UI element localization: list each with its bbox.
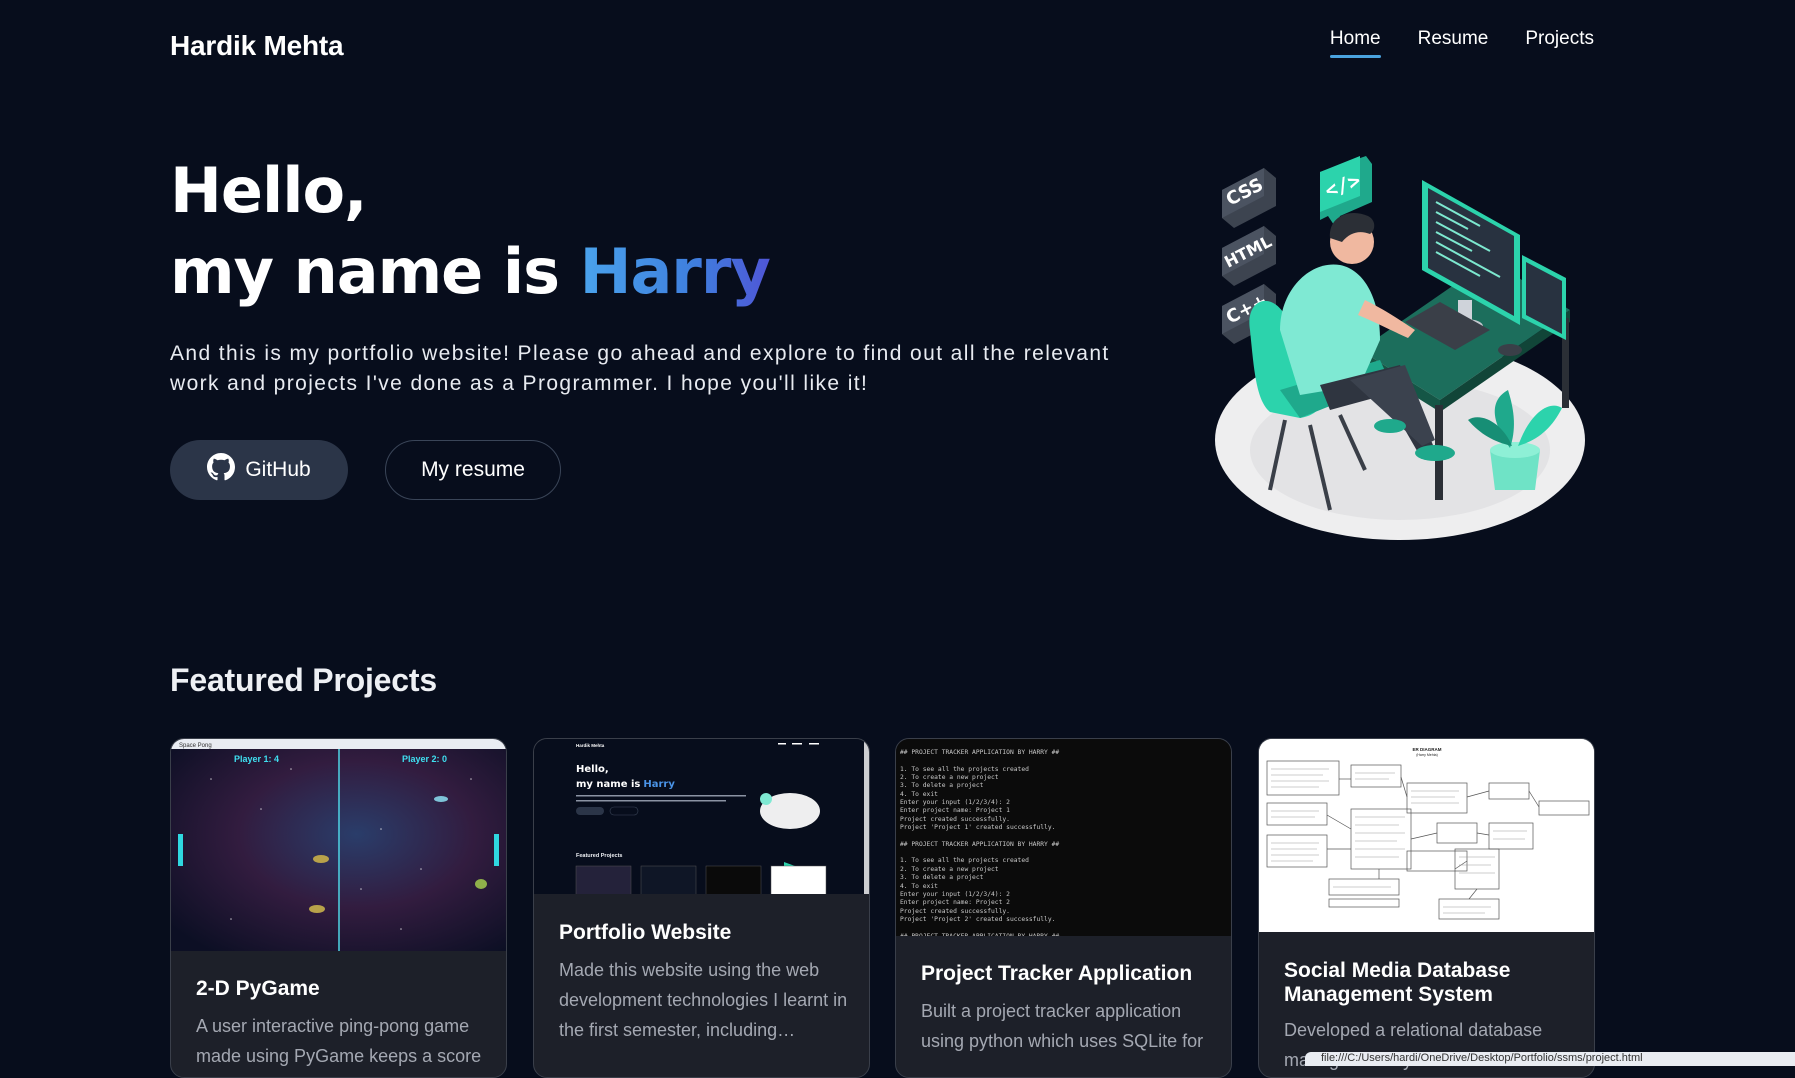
project-card-portfolio[interactable]: Hardik Mehta Hello, my name is Harry Feat…: [533, 738, 870, 1078]
terminal-line: Enter your input (1/2/3/4): 2: [900, 799, 1010, 807]
terminal-line: Enter your input (1/2/3/4): 2: [900, 890, 1010, 898]
er-diagram-title: ER DIAGRAM: [1413, 747, 1442, 752]
hero-name-line: my name is Harry: [170, 231, 771, 312]
project-title-social-db: Social Media Database Management System: [1284, 959, 1511, 1006]
project-thumbnail-portfolio: Hardik Mehta Hello, my name is Harry Feat…: [534, 739, 869, 894]
nav-link-resume[interactable]: Resume: [1418, 28, 1489, 58]
terminal-line: Project 'Project 2' created successfully…: [900, 915, 1056, 923]
project-thumbnail-tracker: ## PROJECT TRACKER APPLICATION BY HARRY …: [896, 739, 1231, 936]
terminal-output: ## PROJECT TRACKER APPLICATION BY HARRY …: [900, 749, 1059, 936]
project-desc-social-db: Developed a relational database manageme…: [1284, 1020, 1543, 1070]
hero-description: And this is my portfolio website! Please…: [170, 342, 1110, 395]
hero-greeting: Hello,: [170, 154, 368, 227]
terminal-line: 2. To create a new project: [900, 865, 999, 873]
github-button[interactable]: GitHub: [170, 440, 348, 500]
terminal-line: ## PROJECT TRACKER APPLICATION BY HARRY …: [900, 749, 1060, 756]
terminal-line: 2. To create a new project: [900, 774, 999, 782]
project-title-portfolio: Portfolio Website: [559, 921, 732, 944]
programmer-illustration: CSS HTML C++ </>: [1215, 156, 1585, 540]
thumb-featured-projects: Featured Projects: [576, 853, 622, 859]
project-title-tracker: Project Tracker Application: [921, 962, 1193, 985]
project-card-social-db[interactable]: ER DIAGRAM (Harry Mehta) Social Media Da…: [1258, 738, 1595, 1078]
terminal-line: ## PROJECT TRACKER APPLICATION BY HARRY …: [900, 840, 1060, 848]
project-card-tracker[interactable]: ## PROJECT TRACKER APPLICATION BY HARRY …: [895, 738, 1232, 1078]
hero-name-prefix: my name is: [170, 235, 580, 308]
project-thumbnail-er-diagram: ER DIAGRAM (Harry Mehta): [1259, 739, 1594, 932]
pygame-window-title: Space Pong: [179, 743, 212, 749]
right-paddle: [494, 834, 499, 866]
terminal-line: Project created successfully.: [900, 907, 1010, 915]
project-card-pygame[interactable]: Space Pong Player 1: 4 Player 2: 0 2-D P…: [170, 738, 507, 1078]
thumb-name: Harry: [643, 779, 675, 790]
svg-text:my name isHarry: my name is Harry: [576, 779, 675, 790]
thumb-name-prefix: my name is: [576, 779, 640, 790]
nav-link-home[interactable]: Home: [1329, 28, 1381, 58]
html-tag: HTML: [1221, 226, 1276, 286]
terminal-line: ## PROJECT TRACKER APPLICATION BY HARRY …: [900, 933, 1059, 936]
project-title-pygame: 2-D PyGame: [196, 977, 320, 1000]
resume-button[interactable]: My resume: [385, 440, 561, 500]
terminal-line: 4. To exit: [900, 882, 938, 890]
nav-brand[interactable]: Hardik Mehta: [170, 30, 344, 62]
featured-projects-heading: Featured Projects: [170, 662, 437, 698]
terminal-line: 4. To exit: [900, 790, 938, 798]
project-desc-portfolio: Made this website using the web developm…: [559, 960, 848, 1040]
terminal-line: 3. To delete a project: [900, 782, 984, 790]
resume-button-label: My resume: [421, 458, 525, 481]
terminal-line: 3. To delete a project: [900, 874, 984, 882]
project-desc-tracker: Built a project tracker application usin…: [921, 1001, 1204, 1051]
css-tag: CSS: [1222, 168, 1276, 228]
player2-score: Player 2: 0: [402, 754, 447, 764]
left-paddle: [178, 834, 183, 866]
nav-link-projects[interactable]: Projects: [1525, 28, 1594, 58]
terminal-line: 1. To see all the projects created: [900, 765, 1029, 773]
hero-heading: Hello, my name is Harry: [170, 150, 771, 312]
terminal-line: Enter project name: Project 2: [900, 899, 1010, 907]
project-thumbnail-pygame: Space Pong Player 1: 4 Player 2: 0: [171, 739, 506, 951]
github-icon: [207, 453, 236, 487]
github-button-label: GitHub: [245, 458, 311, 481]
project-desc-pygame: A user interactive ping-pong game made u…: [196, 1016, 482, 1066]
nav-links: Home Resume Projects: [1329, 28, 1594, 58]
thumb-brand: Hardik Mehta: [576, 743, 605, 748]
thumb-hello: Hello,: [576, 764, 609, 775]
terminal-line: Project created successfully.: [900, 815, 1010, 823]
terminal-line: Project 'Project 1' created successfully…: [900, 824, 1056, 832]
terminal-line: 1. To see all the projects created: [900, 857, 1029, 865]
hero-name: Harry: [579, 235, 771, 308]
er-diagram-subtitle: (Harry Mehta): [1416, 753, 1438, 757]
player1-score: Player 1: 4: [234, 754, 279, 764]
link-preview-status-bar: file:///C:/Users/hardi/OneDrive/Desktop/…: [1305, 1052, 1795, 1066]
terminal-line: Enter project name: Project 1: [900, 807, 1010, 815]
